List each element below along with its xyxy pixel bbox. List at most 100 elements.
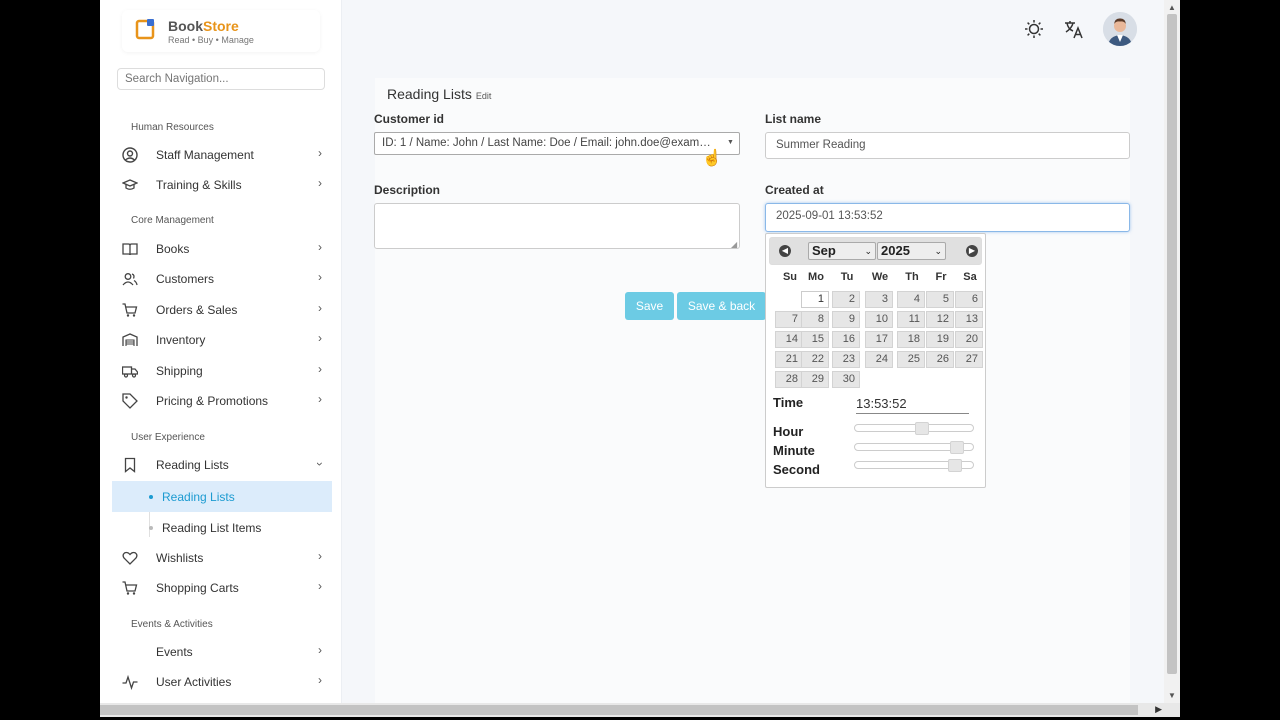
sidebar-item-books[interactable]: Books › [114, 235, 332, 263]
calendar-day[interactable]: 21 [775, 351, 803, 368]
second-label: Second [773, 462, 820, 477]
scroll-up-icon[interactable]: ▲ [1168, 3, 1176, 12]
calendar-day[interactable]: 14 [775, 331, 803, 348]
sidebar-item-pricing-promotions[interactable]: Pricing & Promotions › [114, 387, 332, 415]
calendar-day[interactable]: 22 [801, 351, 829, 368]
save-button[interactable]: Save [625, 292, 674, 320]
horizontal-scrollbar-thumb[interactable] [100, 705, 1138, 715]
bookmark-icon [124, 457, 136, 473]
sidebar-item-label: Shopping Carts [156, 581, 239, 595]
section-title-human-resources: Human Resources [131, 122, 214, 133]
sidebar-item-wishlists[interactable]: Wishlists › [114, 544, 332, 572]
users-icon [122, 273, 138, 286]
calendar-day[interactable]: 23 [832, 351, 860, 368]
hour-slider-handle[interactable] [914, 422, 929, 435]
heart-icon [122, 551, 138, 565]
calendar-day[interactable]: 28 [775, 371, 803, 388]
section-title-core-management: Core Management [131, 215, 214, 226]
sidebar-subitem-reading-list-items[interactable]: Reading List Items [112, 512, 332, 543]
chevron-right-icon: › [318, 240, 322, 254]
year-select[interactable]: 2025 ⌄ [877, 242, 946, 260]
sidebar-item-label: Events [156, 645, 193, 659]
calendar-day[interactable]: 26 [926, 351, 954, 368]
customer-id-select[interactable]: ID: 1 / Name: John / Last Name: Doe / Em… [374, 132, 740, 155]
sidebar-item-customers[interactable]: Customers › [114, 265, 332, 293]
sidebar-item-shipping[interactable]: Shipping › [114, 357, 332, 385]
sidebar-item-user-activities[interactable]: User Activities › [114, 668, 332, 696]
calendar-day[interactable]: 11 [897, 311, 925, 328]
sun-icon[interactable] [1023, 18, 1045, 40]
sidebar-item-label: Wishlists [156, 551, 204, 565]
sidebar-item-label: Orders & Sales [156, 303, 238, 317]
hour-slider[interactable] [854, 422, 974, 435]
calendar-day[interactable]: 16 [832, 331, 860, 348]
calendar-day[interactable]: 4 [897, 291, 925, 308]
cart-icon [122, 581, 138, 595]
chevron-right-icon: › [318, 392, 322, 406]
calendar-day[interactable]: 13 [955, 311, 983, 328]
calendar-day[interactable]: 15 [801, 331, 829, 348]
calendar-day[interactable]: 3 [865, 291, 893, 308]
weekday-label: Mo [808, 271, 824, 283]
calendar-day[interactable]: 8 [801, 311, 829, 328]
time-value: 13:53:52 [856, 396, 969, 414]
calendar-day[interactable]: 24 [865, 351, 893, 368]
minute-label: Minute [773, 443, 815, 458]
brand-logo[interactable]: BookStore Read • Buy • Manage [122, 10, 320, 52]
calendar-day[interactable]: 19 [926, 331, 954, 348]
sidebar-item-training-skills[interactable]: Training & Skills › [114, 171, 332, 199]
list-name-input[interactable]: Summer Reading [765, 132, 1130, 159]
avatar[interactable] [1103, 12, 1137, 46]
section-title-events-activities: Events & Activities [131, 619, 213, 630]
calendar-day[interactable]: 7 [775, 311, 803, 328]
calendar-day[interactable]: 1 [801, 291, 829, 308]
translate-icon[interactable] [1063, 18, 1085, 40]
calendar-day[interactable]: 17 [865, 331, 893, 348]
second-slider[interactable] [854, 459, 974, 472]
sidebar-item-staff-management[interactable]: Staff Management › [114, 141, 332, 169]
calendar-day[interactable]: 9 [832, 311, 860, 328]
sidebar-item-events[interactable]: Events › [114, 638, 332, 666]
calendar-day[interactable]: 25 [897, 351, 925, 368]
calendar-day[interactable]: 20 [955, 331, 983, 348]
vertical-scrollbar-thumb[interactable] [1167, 14, 1177, 674]
content-panel [375, 78, 1130, 703]
sidebar-item-label: Training & Skills [156, 178, 242, 192]
sidebar-item-reading-lists[interactable]: Reading Lists › [114, 451, 332, 479]
next-month-icon[interactable]: ▶ [966, 245, 978, 257]
chevron-right-icon: › [318, 146, 322, 160]
search-navigation-input[interactable] [117, 68, 325, 90]
sidebar-item-orders-sales[interactable]: Orders & Sales › [114, 296, 332, 324]
calendar-day[interactable]: 12 [926, 311, 954, 328]
calendar-day[interactable]: 27 [955, 351, 983, 368]
sidebar-item-label: User Activities [156, 675, 232, 689]
minute-slider-handle[interactable] [950, 441, 965, 454]
calendar-day[interactable]: 29 [801, 371, 829, 388]
minute-slider[interactable] [854, 441, 974, 454]
calendar-day[interactable]: 2 [832, 291, 860, 308]
calendar-day[interactable]: 6 [955, 291, 983, 308]
calendar-day[interactable]: 10 [865, 311, 893, 328]
second-slider-handle[interactable] [948, 459, 963, 472]
save-and-back-button[interactable]: Save & back [677, 292, 766, 320]
resize-handle-icon[interactable]: ◢ [731, 240, 737, 249]
horizontal-scrollbar[interactable]: ▶ [100, 703, 1180, 717]
prev-month-icon[interactable]: ◀ [779, 245, 791, 257]
vertical-scrollbar[interactable]: ▲ ▼ [1164, 0, 1180, 703]
calendar-day[interactable]: 30 [832, 371, 860, 388]
month-select[interactable]: Sep ⌄ [808, 242, 876, 260]
sidebar-item-inventory[interactable]: Inventory › [114, 326, 332, 354]
scroll-right-icon[interactable]: ▶ [1155, 704, 1162, 715]
sidebar-item-shopping-carts[interactable]: Shopping Carts › [114, 574, 332, 602]
chevron-right-icon: › [318, 549, 322, 563]
sidebar-subitem-reading-lists[interactable]: Reading Lists [112, 481, 332, 512]
time-label: Time [773, 395, 804, 410]
datepicker-header: ◀ Sep ⌄ 2025 ⌄ ▶ [769, 237, 982, 265]
weekday-label: Tu [840, 271, 854, 283]
calendar-day[interactable]: 5 [926, 291, 954, 308]
created-at-input[interactable]: 2025-09-01 13:53:52 [765, 203, 1130, 232]
section-title-user-experience: User Experience [131, 432, 205, 443]
calendar-day[interactable]: 18 [897, 331, 925, 348]
scroll-down-icon[interactable]: ▼ [1168, 691, 1176, 700]
description-textarea[interactable] [374, 203, 740, 249]
